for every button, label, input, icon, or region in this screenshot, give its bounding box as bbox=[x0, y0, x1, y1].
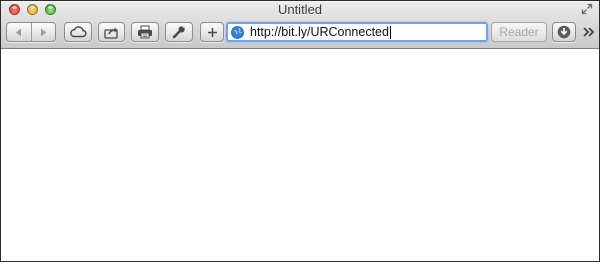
download-icon bbox=[557, 25, 571, 39]
print-button[interactable] bbox=[131, 22, 159, 42]
share-button[interactable] bbox=[98, 22, 125, 42]
back-forward-control bbox=[6, 22, 56, 42]
chevron-double-right-icon[interactable] bbox=[583, 27, 595, 37]
cloud-icon bbox=[70, 26, 87, 38]
add-bookmark-button[interactable] bbox=[200, 22, 224, 42]
downloads-button[interactable] bbox=[552, 22, 576, 42]
text-caret bbox=[389, 25, 391, 39]
settings-button[interactable] bbox=[165, 22, 193, 42]
forward-icon bbox=[41, 28, 47, 36]
print-icon bbox=[138, 25, 152, 39]
globe-icon bbox=[231, 25, 244, 39]
browser-window: Untitled http://bit.ly/URConnected Reade… bbox=[0, 0, 600, 262]
share-icon bbox=[103, 27, 118, 39]
page-content[interactable] bbox=[1, 49, 599, 261]
forward-button[interactable] bbox=[30, 23, 56, 41]
url-text[interactable]: http://bit.ly/URConnected bbox=[250, 25, 389, 39]
browser-toolbar: Untitled http://bit.ly/URConnected Reade… bbox=[1, 1, 599, 49]
fullscreen-icon[interactable] bbox=[581, 3, 593, 15]
back-icon bbox=[15, 28, 21, 36]
icloud-tabs-button[interactable] bbox=[64, 22, 92, 42]
reader-button[interactable]: Reader bbox=[491, 22, 547, 42]
plus-icon bbox=[207, 27, 217, 37]
window-title: Untitled bbox=[277, 2, 323, 17]
address-bar[interactable]: http://bit.ly/URConnected bbox=[226, 22, 488, 42]
wrench-icon bbox=[172, 25, 186, 39]
back-button[interactable] bbox=[7, 23, 31, 41]
